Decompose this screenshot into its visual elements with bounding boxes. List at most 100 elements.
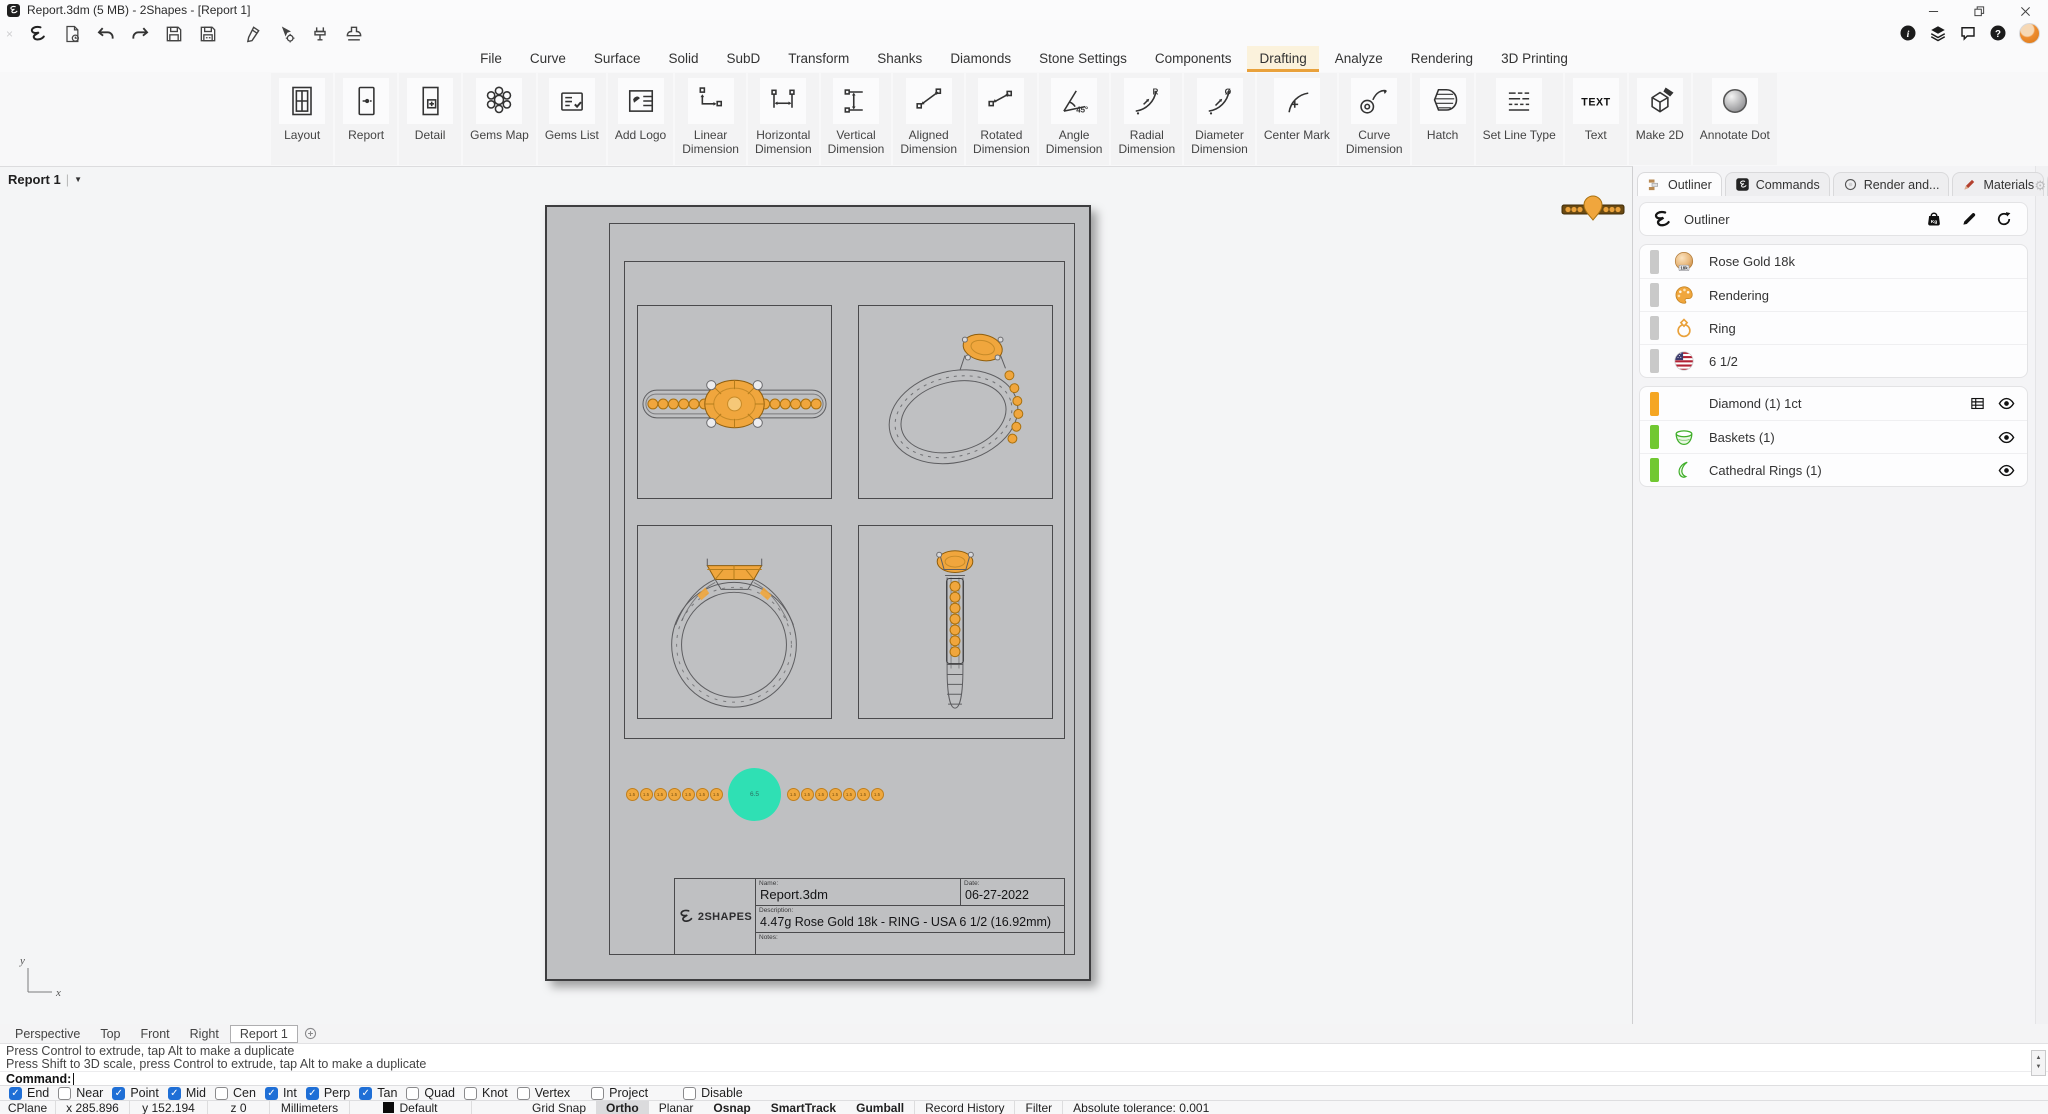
ribbon-layout[interactable]: Layout <box>271 73 334 165</box>
info-icon[interactable]: i <box>1899 24 1917 42</box>
osnap-perp[interactable]: ✓ Perp <box>305 1086 350 1100</box>
viewport-tab-top[interactable]: Top <box>91 1026 129 1042</box>
avatar[interactable] <box>2019 22 2040 44</box>
ribbon-horizontal-dimension[interactable]: Horizontal Dimension <box>747 73 819 165</box>
save-icon[interactable] <box>164 24 184 44</box>
toggle-gumball[interactable]: Gumball <box>846 1101 914 1114</box>
help-icon[interactable]: ? <box>1989 24 2007 42</box>
view-front[interactable] <box>637 525 832 719</box>
viewport-tab-right[interactable]: Right <box>181 1026 228 1042</box>
checkbox-project[interactable] <box>591 1086 605 1100</box>
ribbon-vertical-dimension[interactable]: Vertical Dimension <box>820 73 892 165</box>
outliner-row-6-1-2[interactable]: 6 1/2 <box>1640 344 2027 377</box>
ribbon-make-2d[interactable]: Make 2D <box>1628 73 1691 165</box>
ribbon-annotate-dot[interactable]: Annotate Dot <box>1692 73 1777 165</box>
toggle-planar[interactable]: Planar <box>649 1101 704 1114</box>
toggle-smarttrack[interactable]: SmartTrack <box>761 1101 846 1114</box>
restore-button[interactable] <box>1956 0 2002 22</box>
command-prompt[interactable]: Command: <box>0 1071 2048 1086</box>
menu-rendering[interactable]: Rendering <box>1399 46 1485 72</box>
menu-analyze[interactable]: Analyze <box>1323 46 1395 72</box>
toggle-grid-snap[interactable]: Grid Snap <box>522 1101 596 1114</box>
toggle-ortho[interactable]: Ortho <box>596 1101 649 1114</box>
osnap-quad[interactable]: Quad <box>406 1086 455 1100</box>
menu-stone-settings[interactable]: Stone Settings <box>1027 46 1139 72</box>
checkbox-perp[interactable]: ✓ <box>305 1086 319 1100</box>
save-plus-icon[interactable] <box>198 24 218 44</box>
osnap-int[interactable]: ✓ Int <box>264 1086 297 1100</box>
ribbon-curve-dimension[interactable]: Curve Dimension <box>1338 73 1410 165</box>
add-viewport-icon[interactable] <box>304 1027 317 1040</box>
ribbon-hatch[interactable]: Hatch <box>1411 73 1474 165</box>
toggle-osnap[interactable]: Osnap <box>703 1101 760 1114</box>
chat-icon[interactable] <box>1959 24 1977 42</box>
menu-diamonds[interactable]: Diamonds <box>938 46 1023 72</box>
checkbox-vertex[interactable] <box>516 1086 530 1100</box>
toggle-record-history[interactable]: Record History <box>914 1101 1014 1114</box>
status-z-0[interactable]: z 0 <box>208 1101 270 1114</box>
ribbon-rotated-dimension[interactable]: Rotated Dimension <box>966 73 1037 165</box>
grid-icon[interactable] <box>1969 395 1986 412</box>
hand-gear-icon[interactable] <box>276 24 296 44</box>
menu-3d-printing[interactable]: 3D Printing <box>1489 46 1580 72</box>
clamp-tool-icon[interactable] <box>310 24 330 44</box>
osnap-vertex[interactable]: Vertex <box>516 1086 570 1100</box>
checkbox-knot[interactable] <box>464 1086 477 1100</box>
status-y-152-194[interactable]: y 152.194 <box>130 1101 208 1114</box>
menu-shanks[interactable]: Shanks <box>865 46 934 72</box>
menu-file[interactable]: File <box>468 46 514 72</box>
osnap-project[interactable]: Project <box>591 1086 648 1100</box>
panel-tab-render-and[interactable]: Render and... <box>1832 172 1950 196</box>
panel-tab-materials[interactable]: Materials <box>1952 172 2045 196</box>
close-button[interactable] <box>2002 0 2048 22</box>
view-top[interactable] <box>637 305 832 499</box>
eye-icon[interactable] <box>1998 395 2015 412</box>
page-clock-icon[interactable] <box>62 24 82 44</box>
checkbox-cen[interactable] <box>215 1086 228 1100</box>
checkbox-point[interactable]: ✓ <box>112 1086 126 1100</box>
redo-icon[interactable] <box>130 24 150 44</box>
ribbon-angle-dimension[interactable]: 45° Angle Dimension <box>1038 73 1110 165</box>
ribbon-aligned-dimension[interactable]: Aligned Dimension <box>893 73 965 165</box>
ribbon-set-line-type[interactable]: Set Line Type <box>1475 73 1563 165</box>
weight-kg-icon[interactable]: Kg <box>1925 210 1943 228</box>
status-x-285-896[interactable]: x 285.896 <box>56 1101 130 1114</box>
panel-gear-icon[interactable]: ⚙ <box>2034 178 2046 194</box>
pen-tool-icon[interactable] <box>242 24 262 44</box>
osnap-cen[interactable]: Cen <box>215 1086 256 1100</box>
checkbox-tan[interactable]: ✓ <box>359 1086 373 1100</box>
layers-icon[interactable] <box>1929 24 1947 42</box>
status-cplane[interactable]: CPlane <box>0 1101 56 1114</box>
checkbox-quad[interactable] <box>406 1086 420 1100</box>
eye-icon[interactable] <box>1998 462 2015 479</box>
checkbox-near[interactable] <box>58 1086 72 1100</box>
checkbox-int[interactable]: ✓ <box>264 1086 278 1100</box>
ribbon-add-logo[interactable]: Add Logo <box>607 73 674 165</box>
outliner-row-baskets-1[interactable]: Baskets (1) <box>1640 420 2027 453</box>
osnap-knot[interactable]: Knot <box>464 1086 508 1100</box>
osnap-near[interactable]: Near <box>58 1086 103 1100</box>
viewport-tab-front[interactable]: Front <box>131 1026 178 1042</box>
status-millimeters[interactable]: Millimeters <box>270 1101 350 1114</box>
menu-components[interactable]: Components <box>1143 46 1244 72</box>
ribbon-gems-list[interactable]: Gems List <box>537 73 606 165</box>
checkbox-end[interactable]: ✓ <box>9 1086 22 1100</box>
viewport-tab-report-1[interactable]: Report 1 <box>229 1024 298 1043</box>
osnap-end[interactable]: ✓ End <box>9 1086 49 1100</box>
osnap-point[interactable]: ✓ Point <box>112 1086 159 1100</box>
menu-drafting[interactable]: Drafting <box>1247 46 1319 72</box>
outliner-row-ring[interactable]: Ring <box>1640 311 2027 344</box>
view-right[interactable] <box>858 525 1053 719</box>
toggle-filter[interactable]: Filter <box>1014 1101 1062 1114</box>
minimize-button[interactable] <box>1910 0 1956 22</box>
panel-tab-outliner[interactable]: Outliner <box>1637 172 1722 196</box>
outliner-row-cathedral-rings-1[interactable]: Cathedral Rings (1) <box>1640 453 2027 486</box>
menu-solid[interactable]: Solid <box>656 46 710 72</box>
view-perspective[interactable] <box>858 305 1053 499</box>
chevron-down-icon[interactable]: ▼ <box>74 175 82 184</box>
refresh-icon[interactable] <box>1995 210 2013 228</box>
menu-transform[interactable]: Transform <box>776 46 861 72</box>
panel-tab-commands[interactable]: Commands <box>1724 172 1830 196</box>
ribbon-report[interactable]: Report <box>335 73 398 165</box>
outliner-row-rendering[interactable]: Rendering <box>1640 278 2027 311</box>
